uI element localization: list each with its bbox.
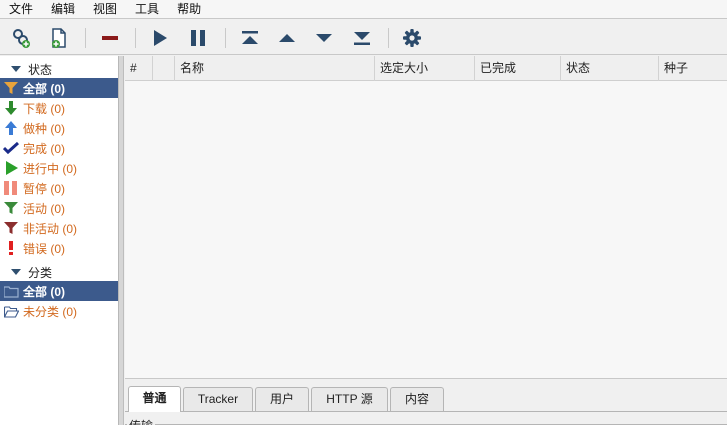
move-down-button[interactable] bbox=[310, 24, 338, 52]
folder-open-icon bbox=[3, 303, 19, 319]
filter-icon bbox=[3, 200, 19, 216]
sidebar: 状态 全部 (0) 下载 (0) 做种 (0) 完成 (0) 进行中 (0) 暂… bbox=[0, 56, 119, 425]
sidebar-item-label: 全部 (0) bbox=[23, 81, 66, 96]
tab-content[interactable]: 内容 bbox=[390, 387, 444, 411]
move-top-icon bbox=[242, 31, 258, 44]
menu-tools[interactable]: 工具 bbox=[126, 0, 168, 18]
remove-button[interactable] bbox=[96, 24, 124, 52]
torrent-list-pane: # 名称 选定大小 已完成 状态 种子 普通 Tracker 用户 HTTP 源… bbox=[125, 56, 727, 425]
sidebar-item-paused[interactable]: 暂停 (0) bbox=[0, 178, 118, 198]
move-top-button[interactable] bbox=[236, 24, 264, 52]
toolbar-separator bbox=[388, 28, 389, 48]
sidebar-item-label: 暂停 (0) bbox=[23, 181, 66, 196]
exclamation-icon bbox=[3, 240, 19, 256]
sidebar-item-seeding[interactable]: 做种 (0) bbox=[0, 118, 118, 138]
file-add-icon bbox=[52, 28, 66, 48]
table-header: # 名称 选定大小 已完成 状态 种子 bbox=[125, 56, 727, 81]
status-section-header[interactable]: 状态 bbox=[0, 60, 118, 78]
column-header-seeds[interactable]: 种子 bbox=[659, 56, 727, 81]
sidebar-item-label: 完成 (0) bbox=[23, 141, 66, 156]
column-header-icon[interactable] bbox=[153, 56, 175, 81]
sidebar-item-label: 进行中 (0) bbox=[23, 161, 78, 176]
toolbar bbox=[0, 20, 727, 55]
move-up-button[interactable] bbox=[273, 24, 301, 52]
menu-edit[interactable]: 编辑 bbox=[42, 0, 84, 18]
tab-peers[interactable]: 用户 bbox=[255, 387, 309, 411]
arrow-up-icon bbox=[279, 34, 295, 42]
category-item-label: 全部 (0) bbox=[23, 284, 66, 299]
move-bottom-icon bbox=[354, 32, 370, 45]
column-header-name[interactable]: 名称 bbox=[175, 56, 375, 81]
gear-icon bbox=[403, 29, 421, 47]
toolbar-separator bbox=[135, 28, 136, 48]
sidebar-item-inactive[interactable]: 非活动 (0) bbox=[0, 218, 118, 238]
filter-icon bbox=[3, 80, 19, 96]
play-icon bbox=[3, 160, 19, 176]
column-header-status[interactable]: 状态 bbox=[561, 56, 659, 81]
menu-file[interactable]: 文件 bbox=[0, 0, 42, 18]
sidebar-splitter[interactable] bbox=[119, 56, 124, 425]
menu-help[interactable]: 帮助 bbox=[168, 0, 210, 18]
collapse-triangle-icon bbox=[11, 269, 21, 275]
tab-bar-baseline bbox=[125, 411, 727, 412]
column-header-index[interactable]: # bbox=[125, 56, 153, 81]
link-icon bbox=[13, 29, 30, 48]
sidebar-item-all[interactable]: 全部 (0) bbox=[0, 78, 118, 98]
column-header-completed[interactable]: 已完成 bbox=[475, 56, 561, 81]
sidebar-item-active[interactable]: 活动 (0) bbox=[0, 198, 118, 218]
add-torrent-link-button[interactable] bbox=[7, 24, 35, 52]
settings-button[interactable] bbox=[398, 24, 426, 52]
minus-icon bbox=[102, 36, 118, 40]
sidebar-item-errored[interactable]: 错误 (0) bbox=[0, 238, 118, 258]
resume-button[interactable] bbox=[146, 24, 174, 52]
category-header-label: 分类 bbox=[28, 265, 53, 280]
category-item-all[interactable]: 全部 (0) bbox=[0, 281, 118, 301]
tab-general[interactable]: 普通 bbox=[128, 386, 181, 412]
arrow-up-icon bbox=[3, 120, 19, 136]
menu-bar: 文件 编辑 视图 工具 帮助 bbox=[0, 0, 727, 19]
collapse-triangle-icon bbox=[11, 66, 21, 72]
arrow-down-icon bbox=[3, 100, 19, 116]
sidebar-item-label: 活动 (0) bbox=[23, 201, 66, 216]
sidebar-item-label: 错误 (0) bbox=[23, 241, 66, 256]
category-item-label: 未分类 (0) bbox=[23, 304, 78, 319]
pause-icon bbox=[3, 180, 19, 196]
checkmark-icon bbox=[3, 140, 19, 156]
tab-http-sources[interactable]: HTTP 源 bbox=[311, 387, 388, 411]
sidebar-item-label: 非活动 (0) bbox=[23, 221, 78, 236]
pause-button[interactable] bbox=[184, 24, 212, 52]
arrow-down-icon bbox=[316, 34, 332, 42]
category-section-header[interactable]: 分类 bbox=[0, 263, 118, 281]
sidebar-item-label: 下载 (0) bbox=[23, 101, 66, 116]
menu-view[interactable]: 视图 bbox=[84, 0, 126, 18]
filter-icon bbox=[3, 220, 19, 236]
status-header-label: 状态 bbox=[28, 62, 53, 77]
add-torrent-file-button[interactable] bbox=[45, 24, 73, 52]
details-panel: 普通 Tracker 用户 HTTP 源 内容 传输 bbox=[125, 378, 727, 425]
sidebar-item-running[interactable]: 进行中 (0) bbox=[0, 158, 118, 178]
toolbar-separator bbox=[85, 28, 86, 48]
sidebar-item-label: 做种 (0) bbox=[23, 121, 66, 136]
pause-icon bbox=[191, 30, 205, 46]
toolbar-separator bbox=[225, 28, 226, 48]
sidebar-item-downloading[interactable]: 下载 (0) bbox=[0, 98, 118, 118]
category-item-uncategorized[interactable]: 未分类 (0) bbox=[0, 301, 118, 321]
transfer-fieldset-legend: 传输 bbox=[127, 417, 156, 425]
sidebar-item-completed[interactable]: 完成 (0) bbox=[0, 138, 118, 158]
play-icon bbox=[154, 30, 167, 46]
move-bottom-button[interactable] bbox=[348, 24, 376, 52]
column-header-selected-size[interactable]: 选定大小 bbox=[375, 56, 475, 81]
tab-tracker[interactable]: Tracker bbox=[183, 387, 253, 411]
folder-icon bbox=[3, 283, 19, 299]
